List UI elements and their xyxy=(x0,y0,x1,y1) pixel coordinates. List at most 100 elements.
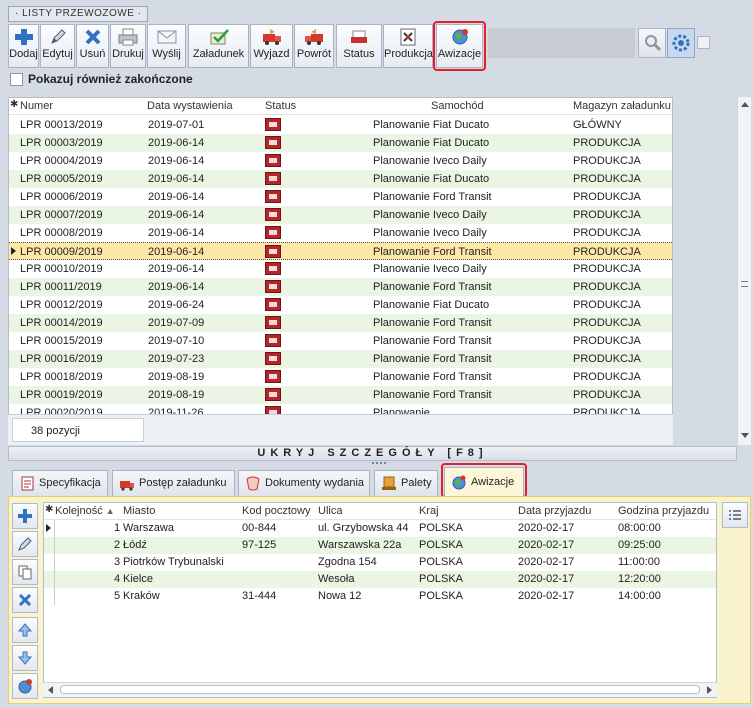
arrow-down-icon xyxy=(17,651,33,665)
scroll-left-icon[interactable] xyxy=(48,686,53,694)
header-kraj[interactable]: Kraj xyxy=(419,505,439,517)
cell-magazyn: PRODUKCJA xyxy=(573,281,641,293)
notification-stop-button[interactable] xyxy=(12,673,38,699)
cell-data-wystawienia: 2019-08-19 xyxy=(148,389,205,401)
table-row[interactable]: LPR 00014/2019 2019-07-09 Planowanie Ford … xyxy=(9,314,672,332)
table-row[interactable]: LPR 00006/2019 2019-06-14 Planowanie Ford … xyxy=(9,188,672,206)
column-chooser-icon[interactable]: ✱ xyxy=(45,504,53,515)
add-stop-button[interactable] xyxy=(12,503,38,529)
table-row[interactable]: LPR 00019/2019 2019-08-19 Planowanie Ford … xyxy=(9,386,672,404)
status-icon xyxy=(265,154,281,167)
table-row[interactable]: 3 Piotrków Trybunalski Zgodna 154 POLSKA 202… xyxy=(44,554,716,571)
header-magazyn[interactable]: Magazyn załadunku xyxy=(573,100,671,112)
settings-button[interactable] xyxy=(667,28,695,58)
header-numer[interactable]: Numer xyxy=(20,100,53,112)
table-row[interactable]: LPR 00012/2019 2019-06-24 Planowanie Fiat … xyxy=(9,296,672,314)
show-finished-row: Pokazuj również zakończone xyxy=(10,72,193,90)
table-row[interactable]: LPR 00010/2019 2019-06-14 Planowanie Iveco… xyxy=(9,260,672,278)
cell-samochod: Planowanie Fiat Ducato xyxy=(373,137,490,149)
cell-samochod: Planowanie Iveco Daily xyxy=(373,227,487,239)
splitter-grip[interactable] xyxy=(372,462,386,465)
column-options-button[interactable] xyxy=(722,502,748,528)
cell-kraj: POLSKA xyxy=(419,573,464,585)
table-row[interactable]: 2 Łódź 97-125 Warszawska 22a POLSKA 2020-02-1… xyxy=(44,537,716,554)
table-row[interactable]: LPR 00015/2019 2019-07-10 Planowanie Ford … xyxy=(9,332,672,350)
row-indicator-divider xyxy=(54,520,55,537)
table-row[interactable]: LPR 00003/2019 2019-06-14 Planowanie Fiat … xyxy=(9,134,672,152)
cell-kod-pocztowy: 97-125 xyxy=(242,539,277,551)
cell-samochod: Planowanie Ford Transit xyxy=(373,281,492,293)
show-finished-checkbox[interactable] xyxy=(10,72,23,86)
departure-button[interactable]: Wyjazd xyxy=(250,24,293,68)
scroll-right-icon[interactable] xyxy=(707,686,712,694)
cell-numer: LPR 00015/2019 xyxy=(20,335,103,347)
send-button[interactable]: Wyślij xyxy=(147,24,186,68)
delete-x-icon xyxy=(85,29,100,45)
table-row[interactable]: LPR 00004/2019 2019-06-14 Planowanie Iveco… xyxy=(9,152,672,170)
return-button[interactable]: Powrót xyxy=(294,24,334,68)
search-button[interactable] xyxy=(638,28,666,58)
header-data-przyjazdu[interactable]: Data przyjazdu xyxy=(518,505,591,517)
move-down-button[interactable] xyxy=(12,645,38,671)
header-kolejnosc[interactable]: Kolejność ▲ xyxy=(55,505,115,517)
status-button[interactable]: Status xyxy=(336,24,382,68)
print-button[interactable]: Drukuj xyxy=(110,24,146,68)
table-row[interactable]: LPR 00018/2019 2019-08-19 Planowanie Ford … xyxy=(9,368,672,386)
delete-stop-button[interactable] xyxy=(12,587,38,613)
header-kod-pocztowy[interactable]: Kod pocztowy xyxy=(242,505,310,517)
delete-button[interactable]: Usuń xyxy=(76,24,109,68)
table-row[interactable]: LPR 00007/2019 2019-06-14 Planowanie Iveco… xyxy=(9,206,672,224)
table-row[interactable]: 4 Kielce Wesoła POLSKA 2020-02-17 12:20:00 xyxy=(44,571,716,588)
cell-samochod: Planowanie Ford Transit xyxy=(373,191,492,203)
gear-icon xyxy=(672,34,690,52)
cell-godzina-przyjazdu: 08:00:00 xyxy=(618,522,661,534)
table-row[interactable]: LPR 00009/2019 2019-06-14 Planowanie Ford … xyxy=(9,242,672,260)
cell-kraj: POLSKA xyxy=(419,556,464,568)
cell-magazyn: PRODUKCJA xyxy=(573,155,641,167)
production-button[interactable]: Produkcja xyxy=(383,24,433,68)
transport-lists-grid: ✱ Numer Data wystawienia Status Samochód… xyxy=(8,97,673,445)
copy-stop-button[interactable] xyxy=(12,559,38,585)
header-status[interactable]: Status xyxy=(265,100,296,112)
scroll-up-icon[interactable] xyxy=(741,102,749,107)
cell-data-przyjazdu: 2020-02-17 xyxy=(518,590,575,602)
toolbar-checkbox[interactable] xyxy=(697,36,710,49)
table-row[interactable]: LPR 00005/2019 2019-06-14 Planowanie Fiat … xyxy=(9,170,672,188)
cell-numer: LPR 00003/2019 xyxy=(20,137,103,149)
highlight-awizacje-button xyxy=(433,21,486,71)
edit-button[interactable]: Edytuj xyxy=(40,24,75,68)
cell-numer: LPR 00019/2019 xyxy=(20,389,103,401)
scroll-thumb-grip[interactable] xyxy=(741,281,748,287)
header-miasto[interactable]: Miasto xyxy=(123,505,155,517)
truck-return-icon xyxy=(305,29,323,45)
horizontal-scroll-thumb[interactable] xyxy=(60,685,700,694)
table-row[interactable]: LPR 00008/2019 2019-06-14 Planowanie Iveco… xyxy=(9,224,672,242)
row-pointer-icon xyxy=(11,247,16,255)
header-godzina-przyjazdu[interactable]: Godzina przyjazdu xyxy=(618,505,709,517)
table-row[interactable]: LPR 00016/2019 2019-07-23 Planowanie Ford … xyxy=(9,350,672,368)
tab-palety[interactable]: Palety xyxy=(374,470,438,497)
toggle-details-label: UKRYJ SZCZEGÓŁY [F8] xyxy=(257,447,488,459)
table-row[interactable]: LPR 00011/2019 2019-06-14 Planowanie Ford … xyxy=(9,278,672,296)
tab-dokumenty-wydania[interactable]: Dokumenty wydania xyxy=(238,470,370,497)
edit-stop-button[interactable] xyxy=(12,531,38,557)
tab-specyfikacja[interactable]: Specyfikacja xyxy=(12,470,108,497)
tab-postep-zaladunku[interactable]: Postęp załadunku xyxy=(112,470,235,497)
vertical-scrollbar[interactable] xyxy=(737,97,751,445)
table-row[interactable]: LPR 00013/2019 2019-07-01 Planowanie Fiat … xyxy=(9,116,672,134)
column-chooser-icon[interactable]: ✱ xyxy=(10,99,18,110)
cell-kolejnosc: 4 xyxy=(114,573,121,585)
scroll-down-icon[interactable] xyxy=(741,433,749,438)
header-ulica[interactable]: Ulica xyxy=(318,505,342,517)
header-samochod[interactable]: Samochód xyxy=(431,100,484,112)
cell-data-wystawienia: 2019-08-19 xyxy=(148,371,205,383)
toggle-details-bar[interactable]: UKRYJ SZCZEGÓŁY [F8] xyxy=(8,446,737,461)
add-button[interactable]: Dodaj xyxy=(8,24,39,68)
cell-kraj: POLSKA xyxy=(419,539,464,551)
move-up-button[interactable] xyxy=(12,617,38,643)
row-indicator-divider xyxy=(54,554,55,571)
loading-button[interactable]: Załadunek xyxy=(188,24,249,68)
header-data-wystawienia[interactable]: Data wystawienia xyxy=(147,100,233,112)
table-row[interactable]: 1 Warszawa 00-844 ul. Grzybowska 44 POLSKA 20… xyxy=(44,520,716,537)
table-row[interactable]: 5 Kraków 31-444 Nowa 12 POLSKA 2020-02-17 14:0… xyxy=(44,588,716,605)
